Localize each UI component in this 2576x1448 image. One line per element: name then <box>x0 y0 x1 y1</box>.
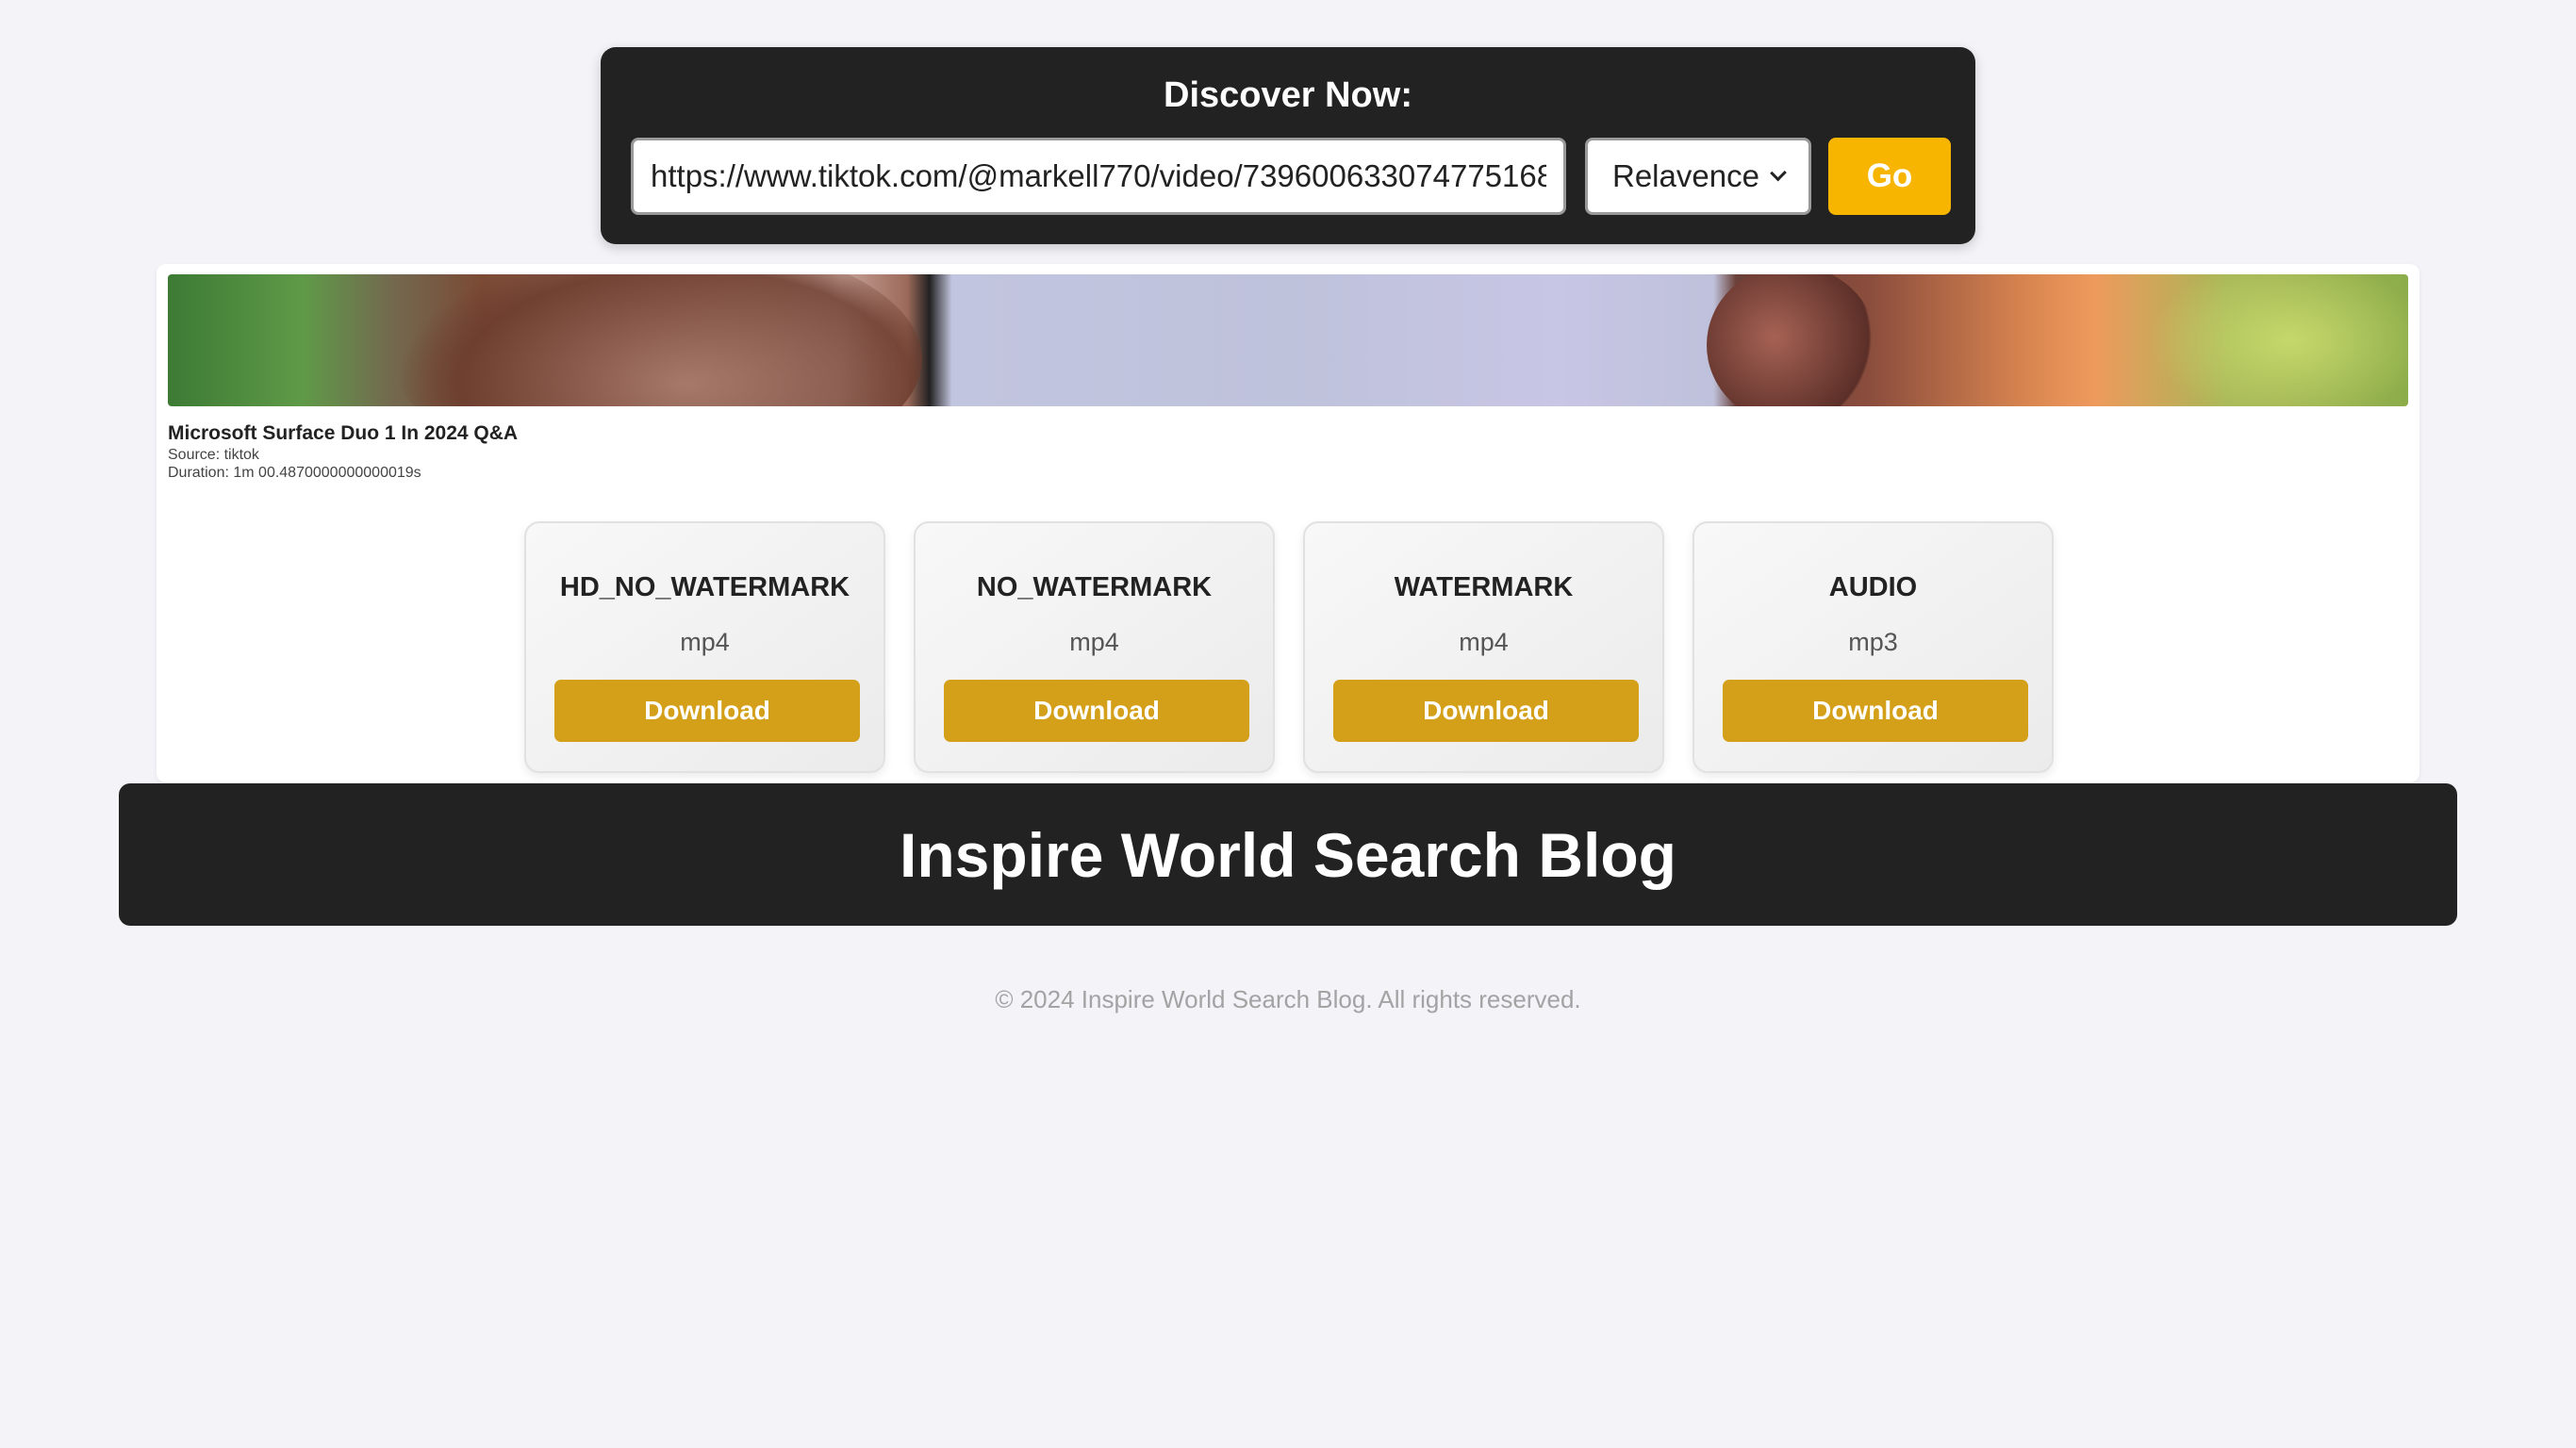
format-name: HD_NO_WATERMARK <box>559 572 850 602</box>
video-title: Microsoft Surface Duo 1 In 2024 Q&A <box>168 422 519 444</box>
download-button[interactable]: Download <box>1723 680 2028 742</box>
format-card-audio: AUDIO mp3 Download <box>1693 521 2054 773</box>
sort-select[interactable]: Relavence <box>1585 138 1811 215</box>
go-button[interactable]: Go <box>1828 138 1951 215</box>
format-name: WATERMARK <box>1394 572 1574 602</box>
video-thumbnail[interactable] <box>168 274 2408 406</box>
brand-banner: Inspire World Search Blog <box>119 783 2457 926</box>
format-name: AUDIO <box>1828 572 1918 602</box>
format-card-watermark: WATERMARK mp4 Download <box>1303 521 1664 773</box>
url-input[interactable] <box>631 138 1566 215</box>
download-button[interactable]: Download <box>1333 680 1639 742</box>
result-card: Microsoft Surface Duo 1 In 2024 Q&A Sour… <box>157 264 2419 782</box>
brand-title: Inspire World Search Blog <box>900 819 1676 890</box>
format-card-no-watermark: NO_WATERMARK mp4 Download <box>914 521 1275 773</box>
video-source: Source: tiktok <box>168 447 259 463</box>
video-duration: Duration: 1m 00.4870000000000019s <box>168 465 421 481</box>
footer-copyright: © 2024 Inspire World Search Blog. All ri… <box>995 985 1581 1013</box>
format-name: NO_WATERMARK <box>976 572 1213 602</box>
chevron-down-icon <box>1770 164 1787 181</box>
download-button[interactable]: Download <box>944 680 1249 742</box>
download-button[interactable]: Download <box>554 680 860 742</box>
format-extension: mp4 <box>1069 628 1119 656</box>
sort-select-value: Relavence <box>1612 158 1759 193</box>
format-extension: mp3 <box>1848 628 1898 656</box>
format-extension: mp4 <box>680 628 730 656</box>
format-extension: mp4 <box>1459 628 1509 656</box>
search-title: Discover Now: <box>1164 75 1412 115</box>
search-panel: Discover Now: Relavence Go <box>601 47 1975 244</box>
format-card-hd-no-watermark: HD_NO_WATERMARK mp4 Download <box>524 521 885 773</box>
